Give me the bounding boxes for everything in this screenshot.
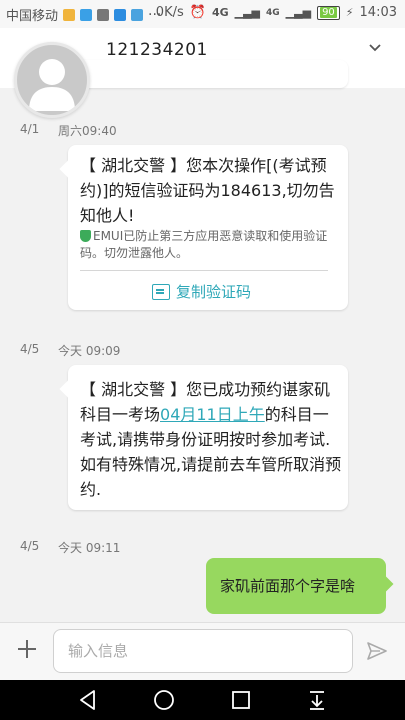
network-speed: 0K/s [155, 5, 184, 20]
message-date: 4/5 [20, 539, 40, 553]
signal-4g-2: 4G [266, 7, 280, 18]
security-note-text: EMUI已防止第三方应用恶意读取和使用验证码。切勿泄露他人。 [80, 229, 328, 260]
nav-recents-icon[interactable] [229, 688, 253, 712]
nav-home-icon[interactable] [152, 688, 176, 712]
outgoing-message-bubble[interactable]: 家矶前面那个字是啥 [206, 558, 394, 614]
divider [80, 270, 328, 271]
previous-message-bubble[interactable] [68, 60, 348, 88]
plus-icon[interactable] [16, 638, 38, 660]
incoming-message-bubble[interactable]: 【 湖北交警 】您本次操作[(考试预约)]的短信验证码为184613,切勿告知他… [59, 145, 348, 310]
copy-icon [152, 284, 170, 300]
system-navigation-bar [0, 680, 405, 720]
message-date: 4/5 [20, 342, 40, 356]
message-timestamp: 4/1 周六09:40 [20, 122, 160, 138]
notification-app-icon [114, 8, 127, 21]
message-time: 周六09:40 [58, 124, 117, 138]
compose-bar [0, 622, 405, 680]
clock: 14:03 [359, 5, 397, 20]
message-text: 家矶前面那个字是啥 [220, 577, 356, 595]
battery-indicator: 90 [317, 5, 340, 20]
message-timestamp: 4/5 今天 09:11 [20, 539, 160, 555]
chevron-down-icon[interactable] [366, 40, 384, 56]
copy-code-label: 复制验证码 [176, 282, 252, 301]
nav-notification-icon[interactable] [305, 688, 329, 712]
message-input[interactable] [53, 629, 353, 673]
date-link[interactable]: 04月11日上午 [160, 405, 265, 424]
avatar-person-icon [29, 59, 75, 111]
notification-app-icon [80, 8, 93, 21]
send-icon[interactable] [366, 640, 388, 662]
charging-icon: ⚡ [345, 6, 354, 19]
signal-4g-1: 4G [211, 6, 229, 19]
message-timestamp: 4/5 今天 09:09 [20, 342, 160, 358]
notification-app-icon [97, 8, 110, 21]
message-time: 今天 09:09 [58, 344, 121, 358]
security-note: EMUI已防止第三方应用恶意读取和使用验证码。切勿泄露他人。 [80, 228, 342, 262]
message-text: 【 湖北交警 】您本次操作[(考试预约)]的短信验证码为184613,切勿告知他… [80, 156, 335, 225]
copy-code-button[interactable]: 复制验证码 [152, 279, 251, 305]
bubble-tail [59, 380, 77, 398]
alarm-icon: ⏰ [189, 5, 206, 20]
message-time: 今天 09:11 [58, 541, 121, 555]
message-text: 【 湖北交警 】您已成功预约谌家矶科目一考场04月11日上午的科目一考试,请携带… [80, 377, 342, 502]
nav-back-icon[interactable] [76, 688, 100, 712]
carrier-label: 中国移动 [6, 9, 59, 24]
contact-avatar[interactable] [14, 42, 90, 118]
battery-level: 90 [320, 6, 337, 18]
message-date: 4/1 [20, 122, 40, 136]
bubble-tail [376, 575, 394, 593]
contact-number: 121234201 [106, 40, 208, 60]
signal-bars-icon: ▁▃▅ [234, 6, 261, 19]
status-bar: 中国移动 ··· 0K/s ⏰ 4G ▁▃▅ 4G ▁▃▅ 90 ⚡ 14:03 [0, 0, 405, 28]
shield-icon [80, 230, 91, 242]
bubble-tail [59, 160, 77, 178]
incoming-message-bubble[interactable]: 【 湖北交警 】您已成功预约谌家矶科目一考场04月11日上午的科目一考试,请携带… [59, 365, 348, 510]
signal-bars-icon: ▁▃▅ [285, 6, 312, 19]
notification-app-icon [63, 8, 76, 21]
notification-app-icon [131, 8, 144, 21]
